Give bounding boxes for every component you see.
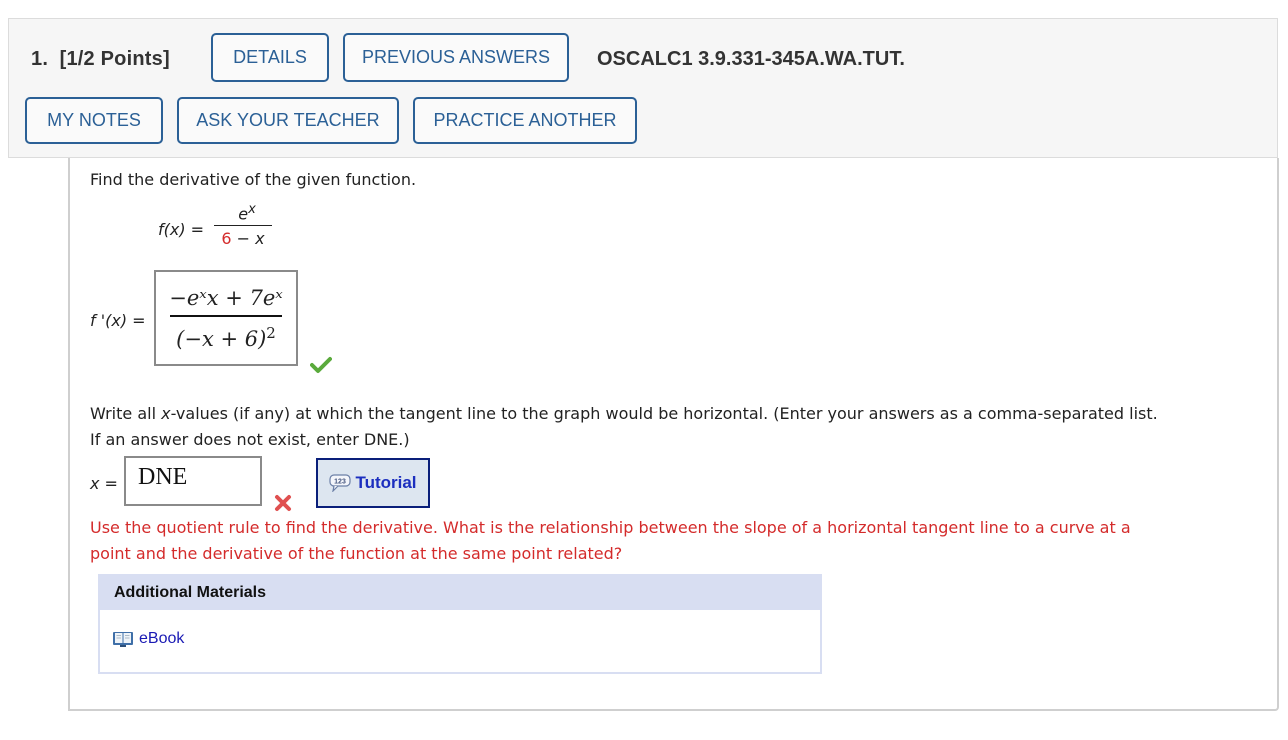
prompt-variable: x [161, 404, 171, 423]
question-code: OSCALC1 3.9.331-345A.WA.TUT. [597, 48, 905, 70]
practice-another-label: PRACTICE ANOTHER [433, 110, 617, 130]
fraction-bar [214, 225, 272, 227]
tutorial-icon-text: 123 [335, 479, 347, 486]
details-button[interactable]: DETAILS [211, 33, 329, 82]
practice-another-button[interactable]: PRACTICE ANOTHER [413, 97, 637, 144]
question-number: 1. [31, 48, 49, 70]
feedback-line-1: Use the quotient rule to find the deriva… [90, 518, 1131, 537]
my-notes-label: MY NOTES [47, 110, 141, 130]
details-label: DETAILS [233, 47, 307, 67]
function-denominator: 6 − x [214, 229, 272, 248]
denominator-variable: − x [236, 229, 265, 249]
question-header: 1. [1/2 Points] DETAILS PREVIOUS ANSWERS… [8, 18, 1278, 158]
previous-answers-label: PREVIOUS ANSWERS [361, 47, 551, 67]
question-points: 1. [1/2 Points] [31, 48, 170, 71]
answer-denominator: (−x + 6)2 [156, 324, 296, 351]
horizontal-tangent-prompt-line2: If an answer does not exist, enter DNE.) [90, 430, 410, 449]
prompt-text-b: -values (if any) at which the tangent li… [170, 404, 1158, 423]
ask-your-teacher-label: ASK YOUR TEACHER [196, 110, 380, 130]
denominator-constant: 6 [221, 229, 232, 249]
x-input-label: x = [90, 474, 118, 493]
tutorial-speech-bubble-icon: 123 [329, 474, 352, 492]
answer-fraction-bar [170, 315, 282, 317]
derivative-prompt: Find the derivative of the given functio… [90, 170, 417, 189]
answer-denominator-base: (−x + 6) [176, 327, 267, 351]
tutorial-button[interactable]: 123 Tutorial [316, 458, 430, 508]
feedback-line-2: point and the derivative of the function… [90, 544, 623, 563]
derivative-answer-box[interactable]: −eˣx + 7eˣ (−x + 6)2 [154, 270, 298, 366]
ebook-link[interactable]: eBook [112, 630, 184, 648]
tutorial-label: Tutorial [355, 473, 417, 492]
correct-checkmark-icon [310, 357, 332, 373]
x-values-input[interactable]: DNE [124, 456, 262, 506]
answer-numerator: −eˣx + 7eˣ [169, 286, 283, 310]
numerator-exponent: x [248, 202, 256, 217]
additional-materials-title: Additional Materials [100, 576, 820, 610]
incorrect-x-icon [275, 495, 291, 511]
function-label: f(x) = [158, 220, 205, 239]
my-notes-button[interactable]: MY NOTES [25, 97, 163, 144]
function-fraction: ex 6 − x [214, 202, 272, 248]
derivative-label: f '(x) = [90, 311, 146, 330]
previous-answers-button[interactable]: PREVIOUS ANSWERS [343, 33, 569, 82]
book-icon [113, 632, 133, 647]
numerator-base: e [238, 204, 249, 224]
prompt-text-a: Write all [90, 404, 162, 423]
horizontal-tangent-prompt: Write all x-values (if any) at which the… [90, 404, 1158, 423]
ask-your-teacher-button[interactable]: ASK YOUR TEACHER [177, 97, 399, 144]
answer-denominator-exponent: 2 [266, 324, 276, 342]
points-label: [1/2 Points] [59, 48, 170, 70]
ebook-label: eBook [139, 630, 185, 647]
additional-materials-panel: Additional Materials eBook [98, 574, 822, 674]
function-numerator: ex [222, 202, 272, 223]
